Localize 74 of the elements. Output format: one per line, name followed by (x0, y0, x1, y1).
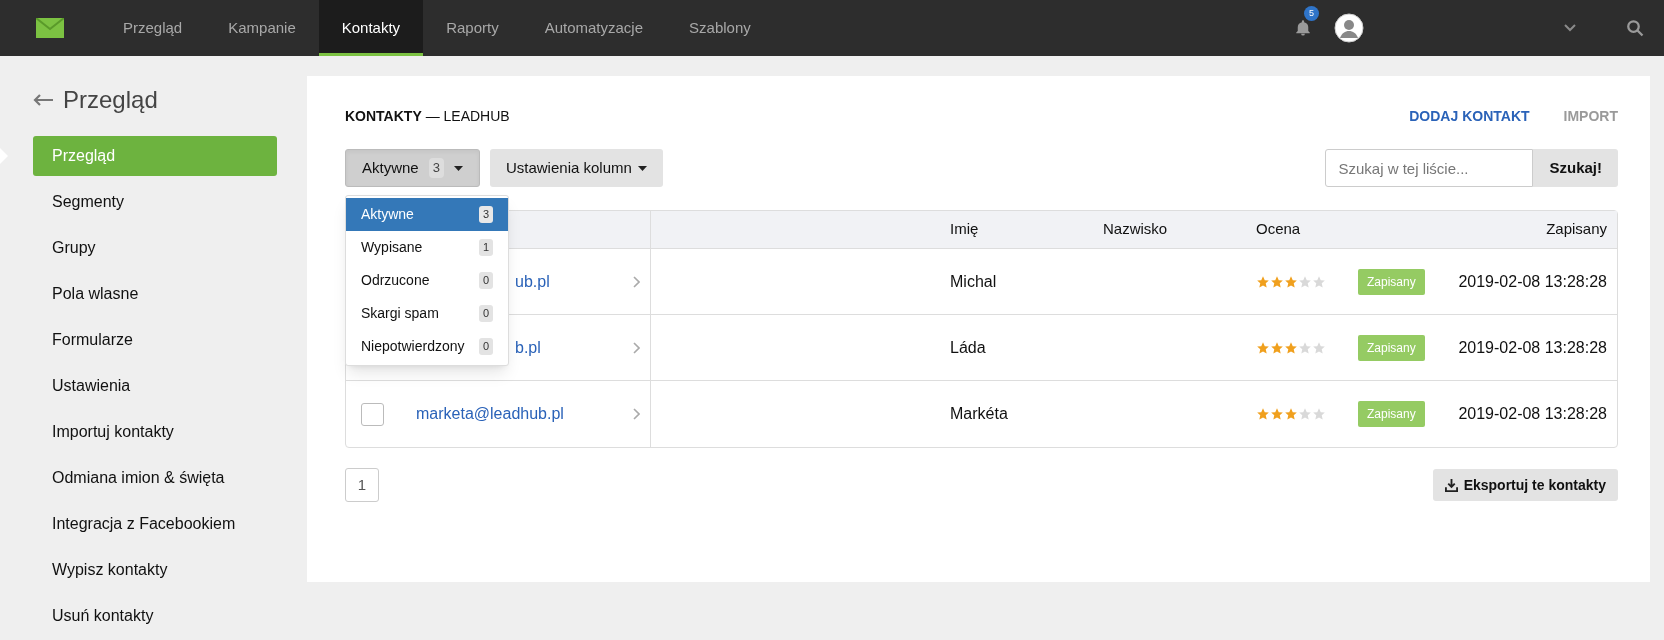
column-header: Nazwisko (1103, 219, 1169, 240)
nav-tab[interactable]: Raporty (423, 0, 522, 56)
notification-badge: 5 (1304, 6, 1319, 21)
star-icon (1298, 340, 1312, 355)
filter-option[interactable]: Skargi spam 0 (346, 297, 508, 330)
email-link[interactable]: b.pl (515, 335, 541, 360)
nav-tab[interactable]: Szablony (666, 0, 774, 56)
star-icon (1284, 274, 1298, 289)
filter-option[interactable]: Aktywne 3 (346, 198, 508, 231)
nav-tab[interactable]: Kampanie (205, 0, 319, 56)
row-checkbox[interactable] (361, 402, 384, 426)
nav-tab[interactable]: Automatyzacje (521, 0, 667, 56)
column-settings-button[interactable]: Ustawienia kolumn (489, 149, 663, 187)
status-label: Zapisany (1358, 401, 1425, 427)
chevron-right-icon[interactable] (633, 275, 640, 288)
avatar-icon[interactable] (1334, 13, 1364, 43)
column-header: Imię (950, 219, 980, 240)
export-button[interactable]: Eksportuj te kontakty (1432, 469, 1618, 501)
download-icon (1444, 478, 1458, 492)
column-header: Zapisany (1546, 219, 1607, 240)
nav-tab[interactable]: Kontakty (318, 0, 424, 56)
status-label: Zapisany (1358, 334, 1425, 361)
chevron-down-icon[interactable] (1564, 24, 1576, 32)
sidebar-item[interactable]: Grupy (33, 228, 277, 268)
star-icon (1312, 340, 1326, 355)
column-header: Ocena (1256, 219, 1302, 240)
sidebar-item[interactable]: Formularze (33, 320, 277, 360)
star-icon (1256, 274, 1270, 289)
filter-option[interactable]: Niepotwierdzony 0 (346, 330, 508, 363)
status-label: Zapisany (1358, 268, 1425, 295)
table-cell-text: 2019-02-08 13:28:28 (1458, 337, 1607, 358)
sidebar-item[interactable]: Pola wlasne (33, 274, 277, 314)
table-cell-text: Michal (950, 271, 998, 292)
email-link[interactable]: marketa@leadhub.pl (416, 402, 564, 426)
star-icon (1256, 340, 1270, 355)
table-cell-text: 2019-02-08 13:28:28 (1458, 271, 1607, 292)
back-arrow-icon[interactable] (33, 94, 53, 106)
table-cell-text: Markéta (950, 404, 1009, 424)
action-link[interactable]: DODAJ KONTAKT (1409, 106, 1530, 127)
caret-icon (637, 165, 647, 171)
filter-option[interactable]: Wypisane 1 (346, 231, 508, 264)
sidebar-item[interactable]: Odmiana imion & święta (33, 458, 277, 498)
chevron-right-icon[interactable] (633, 341, 640, 354)
star-icon (1256, 407, 1270, 421)
star-icon (1270, 407, 1284, 421)
sidebar-item[interactable]: Segmenty (33, 182, 277, 222)
search-icon[interactable] (1626, 19, 1644, 37)
star-icon (1270, 340, 1284, 355)
email-link[interactable]: ub.pl (515, 269, 550, 294)
star-icon (1270, 274, 1284, 289)
search-button[interactable]: Szukaj! (1533, 149, 1618, 187)
star-icon (1298, 407, 1312, 421)
star-icon (1284, 340, 1298, 355)
sidebar-item[interactable]: Importuj kontakty (33, 412, 277, 452)
search-field[interactable]: Szukaj w tej liście... (1325, 149, 1534, 187)
table-cell-text: Láda (950, 337, 987, 358)
nav-tab[interactable]: Przegląd (100, 0, 206, 56)
sidebar-item[interactable]: Usuń kontakty (33, 596, 277, 636)
star-icon (1284, 407, 1298, 421)
sidebar-item[interactable]: Integracja z Facebookiem (33, 504, 277, 544)
star-icon (1312, 407, 1326, 421)
star-icon (1312, 274, 1326, 289)
sidebar-item[interactable]: Wypisz kontakty (33, 550, 277, 590)
table-cell-text: 2019-02-08 13:28:28 (1458, 404, 1607, 424)
sidebar-heading: Przegląd (63, 85, 158, 115)
star-icon (1298, 274, 1312, 289)
caret-icon (453, 165, 463, 171)
page-button[interactable]: 1 (345, 468, 379, 502)
page-title: KONTAKTY — LEADHUB (345, 107, 510, 126)
bell-icon[interactable] (1294, 19, 1312, 37)
filter-option[interactable]: Odrzucone 0 (346, 264, 508, 297)
filter-dropdown-button[interactable]: Aktywne 3 (345, 149, 480, 187)
chevron-right-icon[interactable] (633, 408, 640, 420)
sidebar-item[interactable]: Ustawienia (33, 366, 277, 406)
